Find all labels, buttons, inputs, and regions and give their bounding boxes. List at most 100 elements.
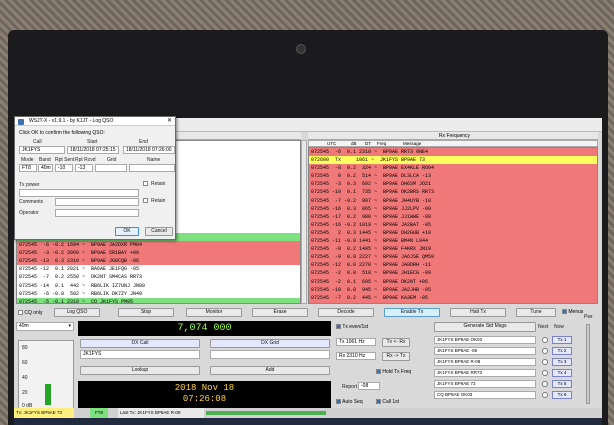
menus-box[interactable] — [562, 309, 567, 314]
tx-next-radio[interactable] — [542, 359, 548, 365]
decode-row[interactable]: 072545 -7 0.2 445 ~ BP9AE KA3EM -05 — [309, 293, 597, 302]
tx-now-button[interactable]: Tx 2 — [552, 347, 572, 355]
tx-next-radio[interactable] — [542, 370, 548, 376]
halt-tx-button[interactable]: Halt Tx — [450, 308, 506, 317]
stop-button[interactable]: Stop — [118, 308, 174, 317]
call-1st-box[interactable] — [376, 399, 381, 404]
tx-message-text[interactable]: CQ BP9AE OK03 — [434, 391, 536, 399]
decode-row[interactable]: 072545 -2 0.1 695 ~ BP9AE DK2NT +06 — [309, 277, 597, 286]
log-qso-button[interactable]: Log QSO — [54, 308, 100, 317]
cq-only-checkbox[interactable]: CQ only — [18, 309, 42, 316]
tx-message-text[interactable]: JK1FYS BP9AE R-08 — [434, 358, 536, 366]
tx-now-button[interactable]: Tx 3 — [552, 358, 572, 366]
decode-row[interactable]: 072545 -11 -0.0 1441 ~ BP9AE BM4N L044 — [309, 237, 597, 246]
decode-row[interactable]: 072545 -12 0.1 2021 ~ BA6AE JE1FQG -05 — [17, 265, 300, 274]
dx-grid-input[interactable] — [210, 350, 330, 359]
decode-row[interactable]: 072545 2 0.3 1445 ~ BP9AE DH2GUB +10 — [309, 228, 597, 238]
tx-now-button[interactable]: Tx 5 — [552, 380, 572, 388]
tx-message-text[interactable]: JK1FYS BP9AE OK03 — [434, 336, 536, 344]
power-slider[interactable] — [586, 324, 590, 404]
auto-seq-checkbox[interactable]: Auto Seq — [336, 398, 363, 405]
tx-even-box[interactable] — [336, 324, 341, 329]
tune-button[interactable]: Tune — [516, 308, 556, 317]
tx-now-button[interactable]: Tx 6 — [552, 391, 572, 399]
menus-checkbox[interactable]: Menus — [562, 308, 583, 315]
rx-to-tx-button[interactable]: Rx -> Tx — [382, 352, 410, 361]
rpt-sent-input[interactable]: -10 — [55, 164, 73, 172]
enable-tx-button[interactable]: Enable Tx — [384, 308, 440, 317]
call-input[interactable]: JK1FYS — [19, 146, 65, 154]
decode-row[interactable]: 072545 -16 -0.2 1019 ~ BP9AE JA2BAT -05 — [309, 220, 597, 229]
decode-row[interactable]: 072545 -14 0.1 442 ~ RB6LIK IZ7UNJ JN80 — [17, 281, 300, 290]
close-icon[interactable]: ✕ — [167, 117, 172, 126]
operator-input[interactable] — [55, 209, 139, 217]
tx-message-text[interactable]: JK1FYS BP9AE RR73 — [434, 369, 536, 377]
decode-row[interactable]: 072545 -16 0.3 865 ~ BP9AE JJ2LPV -09 — [309, 204, 597, 213]
decode-row[interactable]: 072545 -5 -0.1 2310 ~ CQ JK1FYS PM95 — [17, 297, 300, 303]
decode-row[interactable]: 072545 -17 0.2 980 ~ BP9AE JJ1WWE -08 — [309, 212, 597, 221]
tx-frequency-spinbox[interactable]: Tx 1061 Hz — [336, 338, 376, 346]
decode-row[interactable]: 072545 -7 -0.2 807 ~ BP9AE JH4UYB -10 — [309, 196, 597, 205]
mode-input[interactable]: FT8 — [19, 164, 37, 172]
ok-button[interactable]: OK — [115, 227, 139, 236]
decode-row[interactable]: 072545 -7 0.2 2550 ~ DK2NT SM4CAS RR73 — [17, 273, 300, 282]
end-datetime[interactable]: 18/11/2018 07:26:00 — [123, 146, 175, 154]
grid-input[interactable] — [95, 164, 127, 172]
hold-tx-freq-box[interactable] — [376, 369, 381, 374]
band-select[interactable]: 40m ▾ — [16, 322, 74, 331]
rx-frequency-pane[interactable]: 072545 -6 0.1 2310 ~ BP9AE RR73 0NE4 0726… — [308, 147, 598, 304]
hold-tx-freq-checkbox[interactable]: Hold Tx Freq — [376, 368, 411, 375]
decode-row[interactable]: 072545 -3 0.3 602 ~ BP9AE DH6SM JO21 — [309, 180, 597, 189]
rx-frequency-spinbox[interactable]: Rx 2310 Hz — [336, 352, 376, 360]
cancel-button[interactable]: Cancel — [145, 227, 173, 236]
auto-seq-box[interactable] — [336, 399, 341, 404]
decode-row[interactable]: 072545 -8 0.2 1495 ~ BP9AE F4KRX JN19 — [309, 245, 597, 254]
generate-std-msgs-button[interactable]: Generate Std Msgs — [434, 322, 536, 332]
call-1st-checkbox[interactable]: Call 1st — [376, 398, 399, 405]
decode-row[interactable]: 072545 -10 0.8 945 ~ BP9AE JA2JHB -05 — [309, 285, 597, 294]
dx-call-input[interactable]: JK1FYS — [80, 350, 200, 359]
tx-now-button[interactable]: Tx 1 — [552, 336, 572, 344]
decode-button[interactable]: Decode — [318, 308, 374, 317]
monitor-button[interactable]: Monitor — [186, 308, 242, 317]
tx-from-rx-button[interactable]: Tx <- Rx — [382, 338, 410, 347]
tx-message-text[interactable]: JK1FYS BP9AE -08 — [434, 347, 536, 355]
comments-input[interactable] — [55, 198, 139, 206]
decode-row[interactable]: 072545 -6 -0.2 1694 ~ BP9AE JA2DXR PM84 — [17, 241, 300, 250]
tx-message-text[interactable]: JK1FYS BP9AE 73 — [434, 380, 536, 388]
tx-next-radio[interactable] — [542, 381, 548, 387]
decode-row[interactable]: 072545 -13 0.3 2310 ~ BP9AE JG0CQB -06 — [17, 257, 300, 266]
name-input[interactable] — [129, 164, 175, 172]
tx-next-radio[interactable] — [542, 337, 548, 343]
add-button[interactable]: Add — [210, 366, 330, 375]
decode-row[interactable]: 072545 -6 -0.8 502 ~ RB6LIK DK7ZY JN49 — [17, 289, 300, 298]
decode-row[interactable]: 072545 -2 0.0 518 ~ BP9AE JH1ECG -09 — [309, 269, 597, 278]
decode-row[interactable]: 072545 -6 0.1 2310 ~ BP9AE RR73 0NE4 — [309, 148, 597, 157]
retain-comments-checkbox[interactable] — [143, 198, 148, 203]
decode-row[interactable]: 072545 -12 0.0 2270 ~ BP9AE JA8DRH -11 — [309, 261, 597, 270]
dialog-titlebar[interactable]: WSJT-X - v1.9.1 - by K1JT - Log QSO ✕ — [15, 117, 175, 126]
status-bar: Tx: JK1FYS BP9AE 73 FT8 Last Tx: JK1FYS … — [14, 408, 602, 418]
decode-row[interactable]: 072545 -8 0.2 324 ~ BP9AE EX4KLE RO04 — [309, 164, 597, 173]
erase-button[interactable]: Erase — [252, 308, 308, 317]
report-spinbox[interactable]: -08 — [358, 382, 380, 390]
decode-row[interactable]: 072545 -10 0.1 735 ~ BP9AE OK2BRS RR73 — [309, 188, 597, 197]
band-input[interactable]: 40m — [38, 164, 53, 172]
rpt-rcvd-input[interactable]: -13 — [75, 164, 93, 172]
tx-power-input[interactable] — [19, 189, 139, 197]
decode-row[interactable]: 072545 -14 -0.0 1420 ~ BP9AE JA2SDF RR73 — [309, 301, 597, 303]
tx-even-label: Tx even/1st — [342, 324, 369, 330]
retain-power-checkbox[interactable] — [143, 181, 148, 186]
tx-now-button[interactable]: Tx 4 — [552, 369, 572, 377]
lookup-button[interactable]: Lookup — [80, 366, 200, 375]
decode-row[interactable]: 072600 Tx 1061 ~ JK1FYS BP9AE 73 — [309, 156, 597, 165]
tx-next-radio[interactable] — [542, 392, 548, 398]
tx-even-checkbox[interactable]: Tx even/1st — [336, 323, 368, 330]
start-datetime[interactable]: 18/11/2018 07:25:15 — [67, 146, 119, 154]
tx-next-radio[interactable] — [542, 348, 548, 354]
decode-row[interactable]: 072545 -9 0.8 2227 ~ BP9AE JA6JSE QM59 — [309, 253, 597, 262]
decode-row[interactable]: 072545 0 0.2 514 ~ BP9AE DL3LCA -13 — [309, 172, 597, 181]
band-activity-scrollbar[interactable] — [301, 140, 307, 304]
cq-only-box[interactable] — [18, 310, 23, 315]
decode-row[interactable]: 072545 -3 -0.2 2060 ~ BP9AE 5R1BAY +00 — [17, 249, 300, 258]
